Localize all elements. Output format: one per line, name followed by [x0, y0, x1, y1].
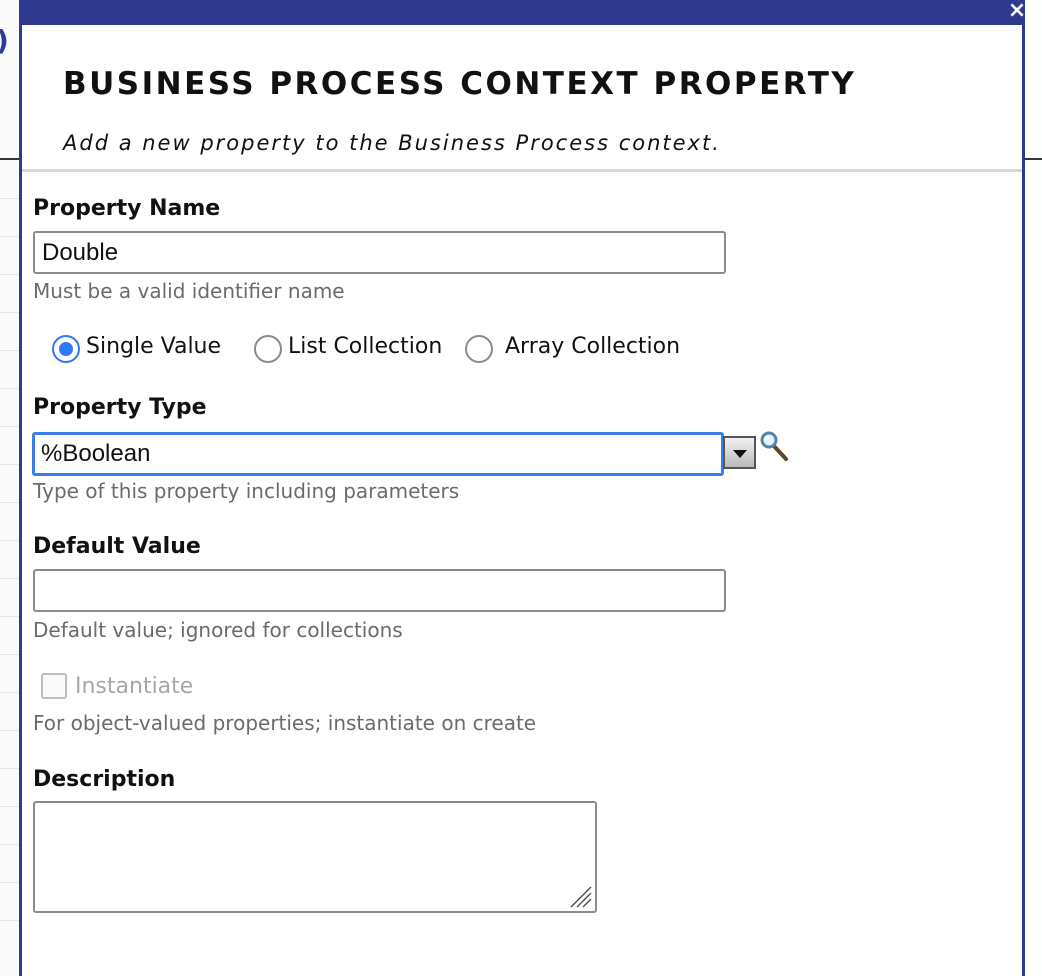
- dialog-titlebar: ×: [22, 0, 1026, 25]
- radio-button[interactable]: [254, 335, 282, 363]
- radio-label: Array Collection: [505, 334, 681, 359]
- description-label: Description: [33, 767, 176, 792]
- header-divider: [22, 169, 1022, 172]
- default-value-hint: Default value; ignored for collections: [33, 618, 403, 642]
- property-type-hint: Type of this property including paramete…: [33, 479, 460, 503]
- instantiate-label: Instantiate: [75, 674, 194, 699]
- search-icon[interactable]: [760, 431, 790, 463]
- default-value-label: Default Value: [33, 534, 201, 559]
- resize-grip-icon[interactable]: [567, 883, 593, 909]
- default-value-input[interactable]: [33, 569, 726, 612]
- property-type-label: Property Type: [33, 395, 207, 420]
- page: ) × BUSINESS PROCESS CONTEXT PROPERTY Ad…: [0, 0, 1042, 976]
- dialog-subtitle: Add a new property to the Business Proce…: [63, 131, 721, 155]
- radio-label: List Collection: [288, 334, 443, 359]
- property-dialog: × BUSINESS PROCESS CONTEXT PROPERTY Add …: [19, 0, 1026, 976]
- radio-label: Single Value: [86, 334, 222, 359]
- close-icon[interactable]: ×: [1002, 0, 1032, 26]
- property-name-hint: Must be a valid identifier name: [33, 279, 345, 303]
- chevron-down-icon: [733, 450, 747, 458]
- property-name-label: Property Name: [33, 196, 221, 221]
- radio-array-collection[interactable]: Array Collection: [465, 333, 695, 367]
- radio-button[interactable]: [465, 335, 493, 363]
- radio-button-checked[interactable]: [52, 335, 80, 363]
- background-paren: ): [0, 24, 9, 57]
- property-type-input[interactable]: [32, 432, 724, 476]
- background-rule: [1024, 158, 1042, 160]
- description-textarea[interactable]: [33, 801, 597, 913]
- radio-list-collection[interactable]: List Collection: [254, 333, 444, 367]
- property-type-dropdown-button[interactable]: [723, 436, 756, 469]
- radio-single-value[interactable]: Single Value: [52, 333, 232, 367]
- dialog-title: BUSINESS PROCESS CONTEXT PROPERTY: [63, 66, 857, 102]
- instantiate-hint: For object-valued properties; instantiat…: [33, 711, 537, 735]
- background-app-right: [1024, 0, 1042, 976]
- property-name-input[interactable]: [33, 231, 726, 274]
- instantiate-checkbox[interactable]: [41, 673, 67, 699]
